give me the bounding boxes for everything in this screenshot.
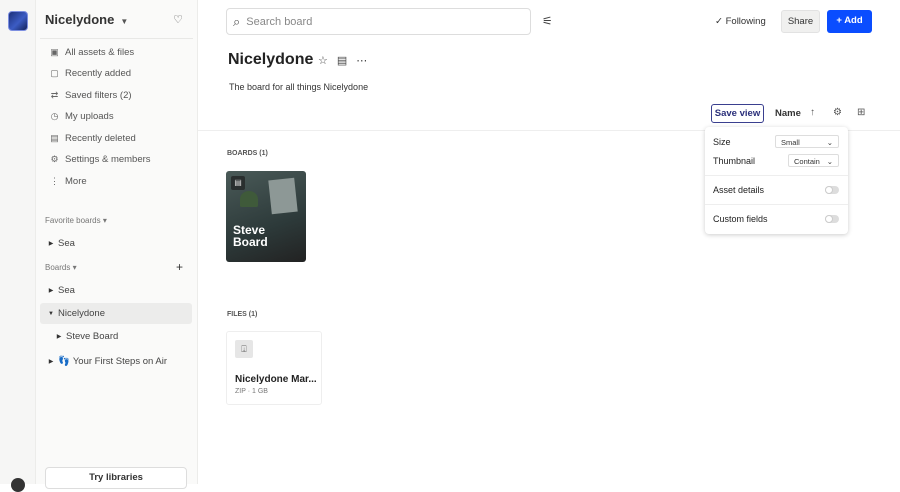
tree-item-fav-sea[interactable]: ▶ Sea [40,233,192,254]
zip-file-icon: ⍗ [235,340,253,358]
tree-item-nicelydone[interactable]: ▼ Nicelydone [40,303,192,324]
view-settings-icon[interactable]: ⚙ [833,107,842,118]
board-info-icon[interactable]: ▤ [337,54,347,67]
search-box[interactable]: ⌕ [226,8,531,35]
file-meta: ZIP · 1 GB [235,388,268,395]
sidebar-item-recently-added[interactable]: ▢ Recently added [50,68,131,79]
board-card[interactable]: ▤ Steve Board [226,171,306,262]
chevron-down-icon: ⌄ [826,138,833,147]
workspace-logo[interactable] [8,11,28,31]
thumbnail-label: Thumbnail [713,156,756,166]
files-section-label: FILES (1) [227,311,258,318]
tree-item-first-steps[interactable]: ▶ 👣 Your First Steps on Air [40,351,192,372]
recent-icon: ▢ [50,68,59,78]
caret-right-icon: ▶ [48,241,54,247]
size-label: Size [713,137,731,147]
share-button[interactable]: Share [781,10,820,33]
search-icon: ⌕ [233,13,241,29]
assets-icon: ▣ [50,47,59,57]
tree-item-sea[interactable]: ▶ Sea [40,280,192,301]
sidebar-item-saved-filters[interactable]: ⇄ Saved filters (2) [50,90,132,101]
notification-icon[interactable]: ♡ [173,13,183,26]
plus-icon: + [836,15,845,26]
boards-header[interactable]: Boards ▾ [45,263,77,272]
file-name: Nicelydone Mar... [235,374,317,385]
more-icon: ⋮ [50,176,59,186]
app-rail [0,0,36,492]
filter-settings-icon[interactable]: ⚟ [542,14,553,28]
view-settings-popover: Size Small ⌄ Thumbnail Contain ⌄ Asset det… [705,127,848,234]
board-card-title: Steve Board [233,223,268,249]
clock-icon: ◷ [50,111,59,121]
caret-right-icon: ▶ [48,288,54,294]
tree-item-steve-board[interactable]: ▶ Steve Board [40,326,192,347]
sidebar-item-more[interactable]: ⋮ More [50,176,87,187]
size-select[interactable]: Small ⌄ [775,135,839,148]
sidebar: Nicelydone ▼ ♡ ▣ All assets & files ▢ Recen… [36,0,198,489]
sidebar-item-all-assets[interactable]: ▣ All assets & files [50,47,134,58]
divider [40,38,193,39]
sidebar-item-my-uploads[interactable]: ◷ My uploads [50,111,114,122]
sort-by-button[interactable]: Name [775,108,801,119]
add-board-icon[interactable]: + [176,260,183,274]
thumbnail-plant [240,191,258,207]
filters-icon: ⇄ [50,90,59,100]
add-button[interactable]: + Add [827,10,872,33]
page-title: Nicelydone [228,51,314,68]
thumbnail-frame [268,177,298,215]
caret-down-icon: ▼ [48,310,54,317]
search-input[interactable] [246,15,507,28]
board-icon: ▤ [231,176,245,190]
save-view-button[interactable]: Save view [711,104,764,123]
grid-view-icon[interactable]: ⊞ [857,107,865,118]
help-icon[interactable] [11,478,25,492]
following-button[interactable]: ✓ Following [715,16,766,27]
boards-section-label: BOARDS (1) [227,150,268,157]
try-libraries-button[interactable]: Try libraries [45,467,187,489]
caret-right-icon: ▶ [56,334,62,340]
custom-fields-toggle[interactable] [825,215,839,223]
caret-right-icon: ▶ [48,359,54,365]
divider [705,175,848,176]
favorite-boards-header[interactable]: Favorite boards ▾ [45,216,107,225]
thumbnail-select[interactable]: Contain ⌄ [788,154,839,167]
board-description[interactable]: The board for all things Nicelydone [229,82,368,92]
sort-direction-icon[interactable]: ↑ [810,107,815,118]
caret-down-icon: ▼ [120,17,129,26]
star-icon[interactable]: ☆ [318,54,328,67]
workspace-switcher[interactable]: Nicelydone ▼ [45,12,128,27]
asset-details-toggle[interactable] [825,186,839,194]
gear-icon: ⚙ [50,154,59,164]
custom-fields-label: Custom fields [713,214,768,224]
trash-icon: ▤ [50,133,59,143]
more-icon[interactable]: ⋯ [356,54,367,67]
divider [705,204,848,205]
check-icon: ✓ [715,16,726,27]
chevron-down-icon: ⌄ [826,157,833,166]
footprints-icon: 👣 [58,356,70,367]
sidebar-item-settings[interactable]: ⚙ Settings & members [50,154,150,165]
file-card[interactable]: ⍗ Nicelydone Mar... ZIP · 1 GB [226,331,322,405]
asset-details-label: Asset details [713,185,765,195]
sidebar-item-recently-deleted[interactable]: ▤ Recently deleted [50,133,136,144]
